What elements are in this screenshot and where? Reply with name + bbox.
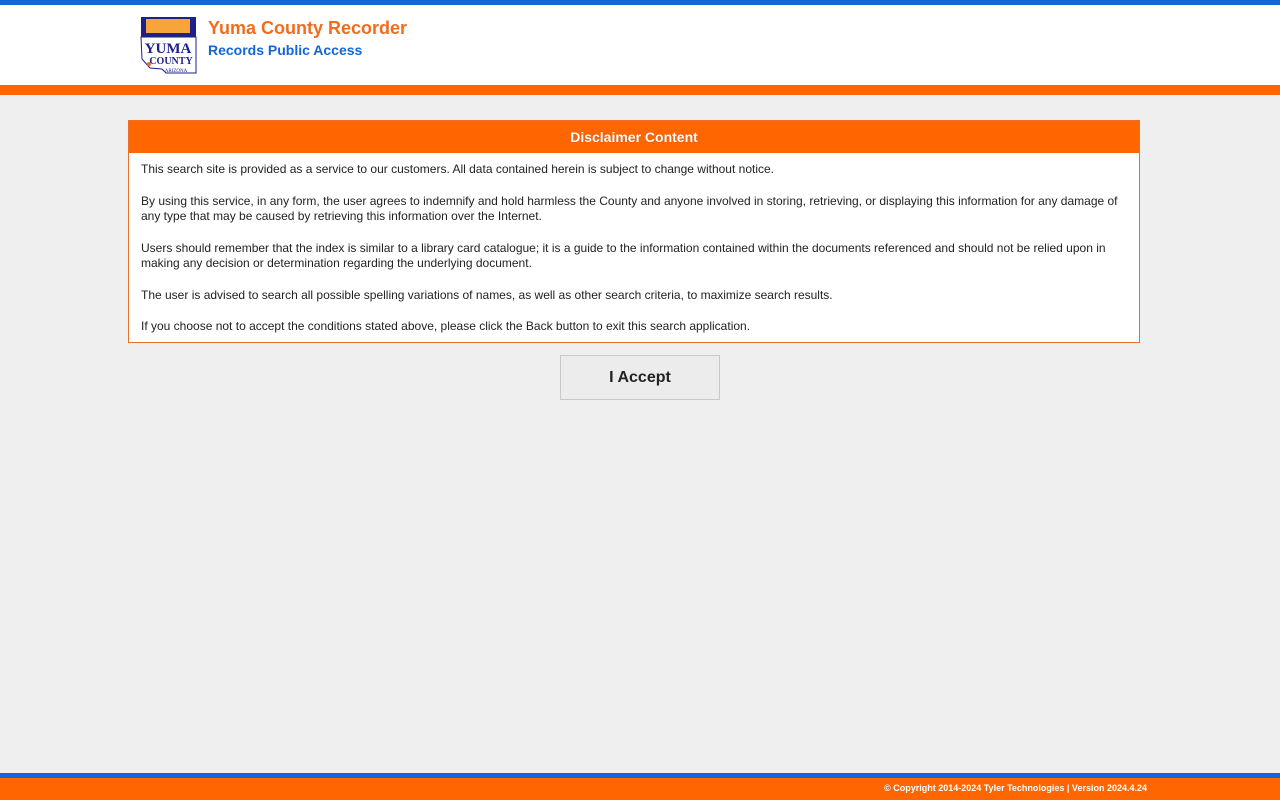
disclaimer-paragraph: If you choose not to accept the conditio… <box>141 319 751 333</box>
svg-text:ARIZONA: ARIZONA <box>165 69 188 74</box>
disclaimer-body: This search site is provided as a servic… <box>129 153 1139 335</box>
site-footer: © Copyright 2014-2024 Tyler Technologies… <box>0 778 1280 800</box>
disclaimer-paragraph: This search site is provided as a servic… <box>141 162 774 176</box>
disclaimer-paragraph: The user is advised to search all possib… <box>141 287 833 302</box>
disclaimer-paragraph: Users should remember that the index is … <box>141 240 1106 271</box>
header-orange-bar <box>0 85 1280 95</box>
svg-text:YUMA: YUMA <box>145 41 192 57</box>
copyright-text: © Copyright 2014-2024 Tyler Technologies… <box>884 783 1147 793</box>
site-title: Yuma County Recorder <box>208 18 408 38</box>
svg-text:COUNTY: COUNTY <box>149 56 193 67</box>
disclaimer-heading: Disclaimer Content <box>129 121 1139 153</box>
county-logo[interactable]: YUMA COUNTY ARIZONA <box>138 15 198 75</box>
disclaimer-paragraph: By using this service, in any form, the … <box>141 193 1118 224</box>
site-header: YUMA COUNTY ARIZONA Yuma County Recorder… <box>0 5 1280 85</box>
disclaimer-panel: Disclaimer Content This search site is p… <box>128 120 1140 343</box>
site-subtitle: Records Public Access <box>208 42 363 58</box>
accept-button[interactable]: I Accept <box>560 355 720 400</box>
yuma-county-seal-icon: YUMA COUNTY ARIZONA <box>138 15 198 75</box>
